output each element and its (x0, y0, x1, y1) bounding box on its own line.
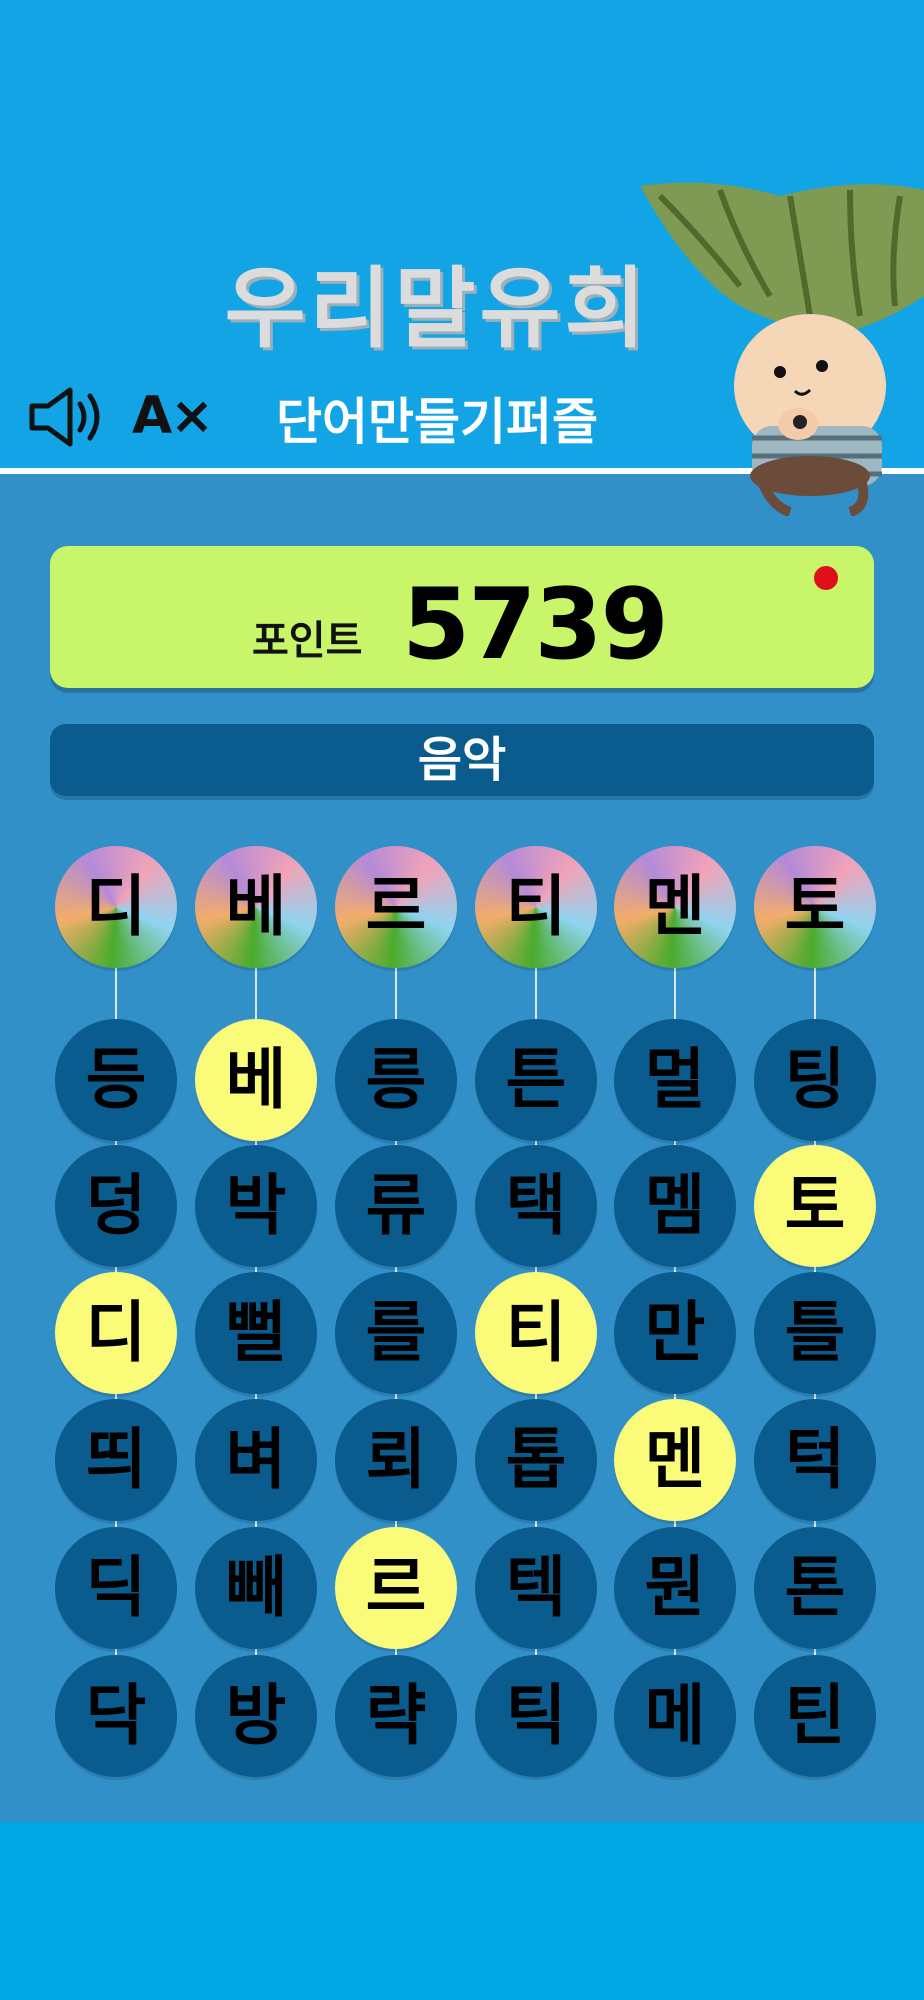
letter-tile[interactable]: 뭔 (614, 1527, 736, 1649)
letter-tile[interactable]: 팅 (754, 1019, 876, 1141)
answer-tile: 르 (335, 846, 457, 968)
answer-tile: 멘 (614, 846, 736, 968)
letter-tile[interactable]: 톱 (475, 1399, 597, 1521)
letter-tile-selected[interactable]: 멘 (614, 1399, 736, 1521)
letter-tile-selected[interactable]: 티 (475, 1272, 597, 1394)
letter-tile[interactable]: 빼 (195, 1527, 317, 1649)
letter-tile[interactable]: 뢰 (335, 1399, 457, 1521)
letter-tile[interactable]: 멤 (614, 1145, 736, 1267)
answer-tile: 디 (55, 846, 177, 968)
letter-tile[interactable]: 틱 (475, 1655, 597, 1777)
letter-tile-selected[interactable]: 르 (335, 1527, 457, 1649)
letter-tile[interactable]: 띄 (55, 1399, 177, 1521)
letter-tile-selected[interactable]: 디 (55, 1272, 177, 1394)
letter-tile[interactable]: 략 (335, 1655, 457, 1777)
letter-tile[interactable]: 톤 (754, 1527, 876, 1649)
letter-tile[interactable]: 틴 (754, 1655, 876, 1777)
letter-tile[interactable]: 방 (195, 1655, 317, 1777)
letter-tile-selected[interactable]: 토 (754, 1145, 876, 1267)
letter-tile[interactable]: 릉 (335, 1019, 457, 1141)
answer-tile: 베 (195, 846, 317, 968)
letter-tile[interactable]: 박 (195, 1145, 317, 1267)
letter-tile[interactable]: 덩 (55, 1145, 177, 1267)
letter-tile[interactable]: 벼 (195, 1399, 317, 1521)
letter-tile[interactable]: 멀 (614, 1019, 736, 1141)
letter-tile[interactable]: 류 (335, 1145, 457, 1267)
footer-area (0, 1822, 924, 2000)
answer-tile: 티 (475, 846, 597, 968)
letter-tile[interactable]: 등 (55, 1019, 177, 1141)
letter-tile[interactable]: 뻘 (195, 1272, 317, 1394)
letter-tile[interactable]: 를 (335, 1272, 457, 1394)
letter-tile[interactable]: 튼 (475, 1019, 597, 1141)
letter-tile[interactable]: 딕 (55, 1527, 177, 1649)
letter-tile[interactable]: 턱 (754, 1399, 876, 1521)
letter-tile[interactable]: 틀 (754, 1272, 876, 1394)
letter-tile[interactable]: 택 (475, 1145, 597, 1267)
letter-grid: 디베르티멘토등베릉튼멀팅덩박류택멤토디뻘를티만틀띄벼뢰톱멘턱딕빼르텍뭔톤닥방략틱… (0, 0, 924, 2000)
letter-tile[interactable]: 만 (614, 1272, 736, 1394)
letter-tile[interactable]: 메 (614, 1655, 736, 1777)
letter-tile[interactable]: 닥 (55, 1655, 177, 1777)
answer-tile: 토 (754, 846, 876, 968)
letter-tile-selected[interactable]: 베 (195, 1019, 317, 1141)
letter-tile[interactable]: 텍 (475, 1527, 597, 1649)
